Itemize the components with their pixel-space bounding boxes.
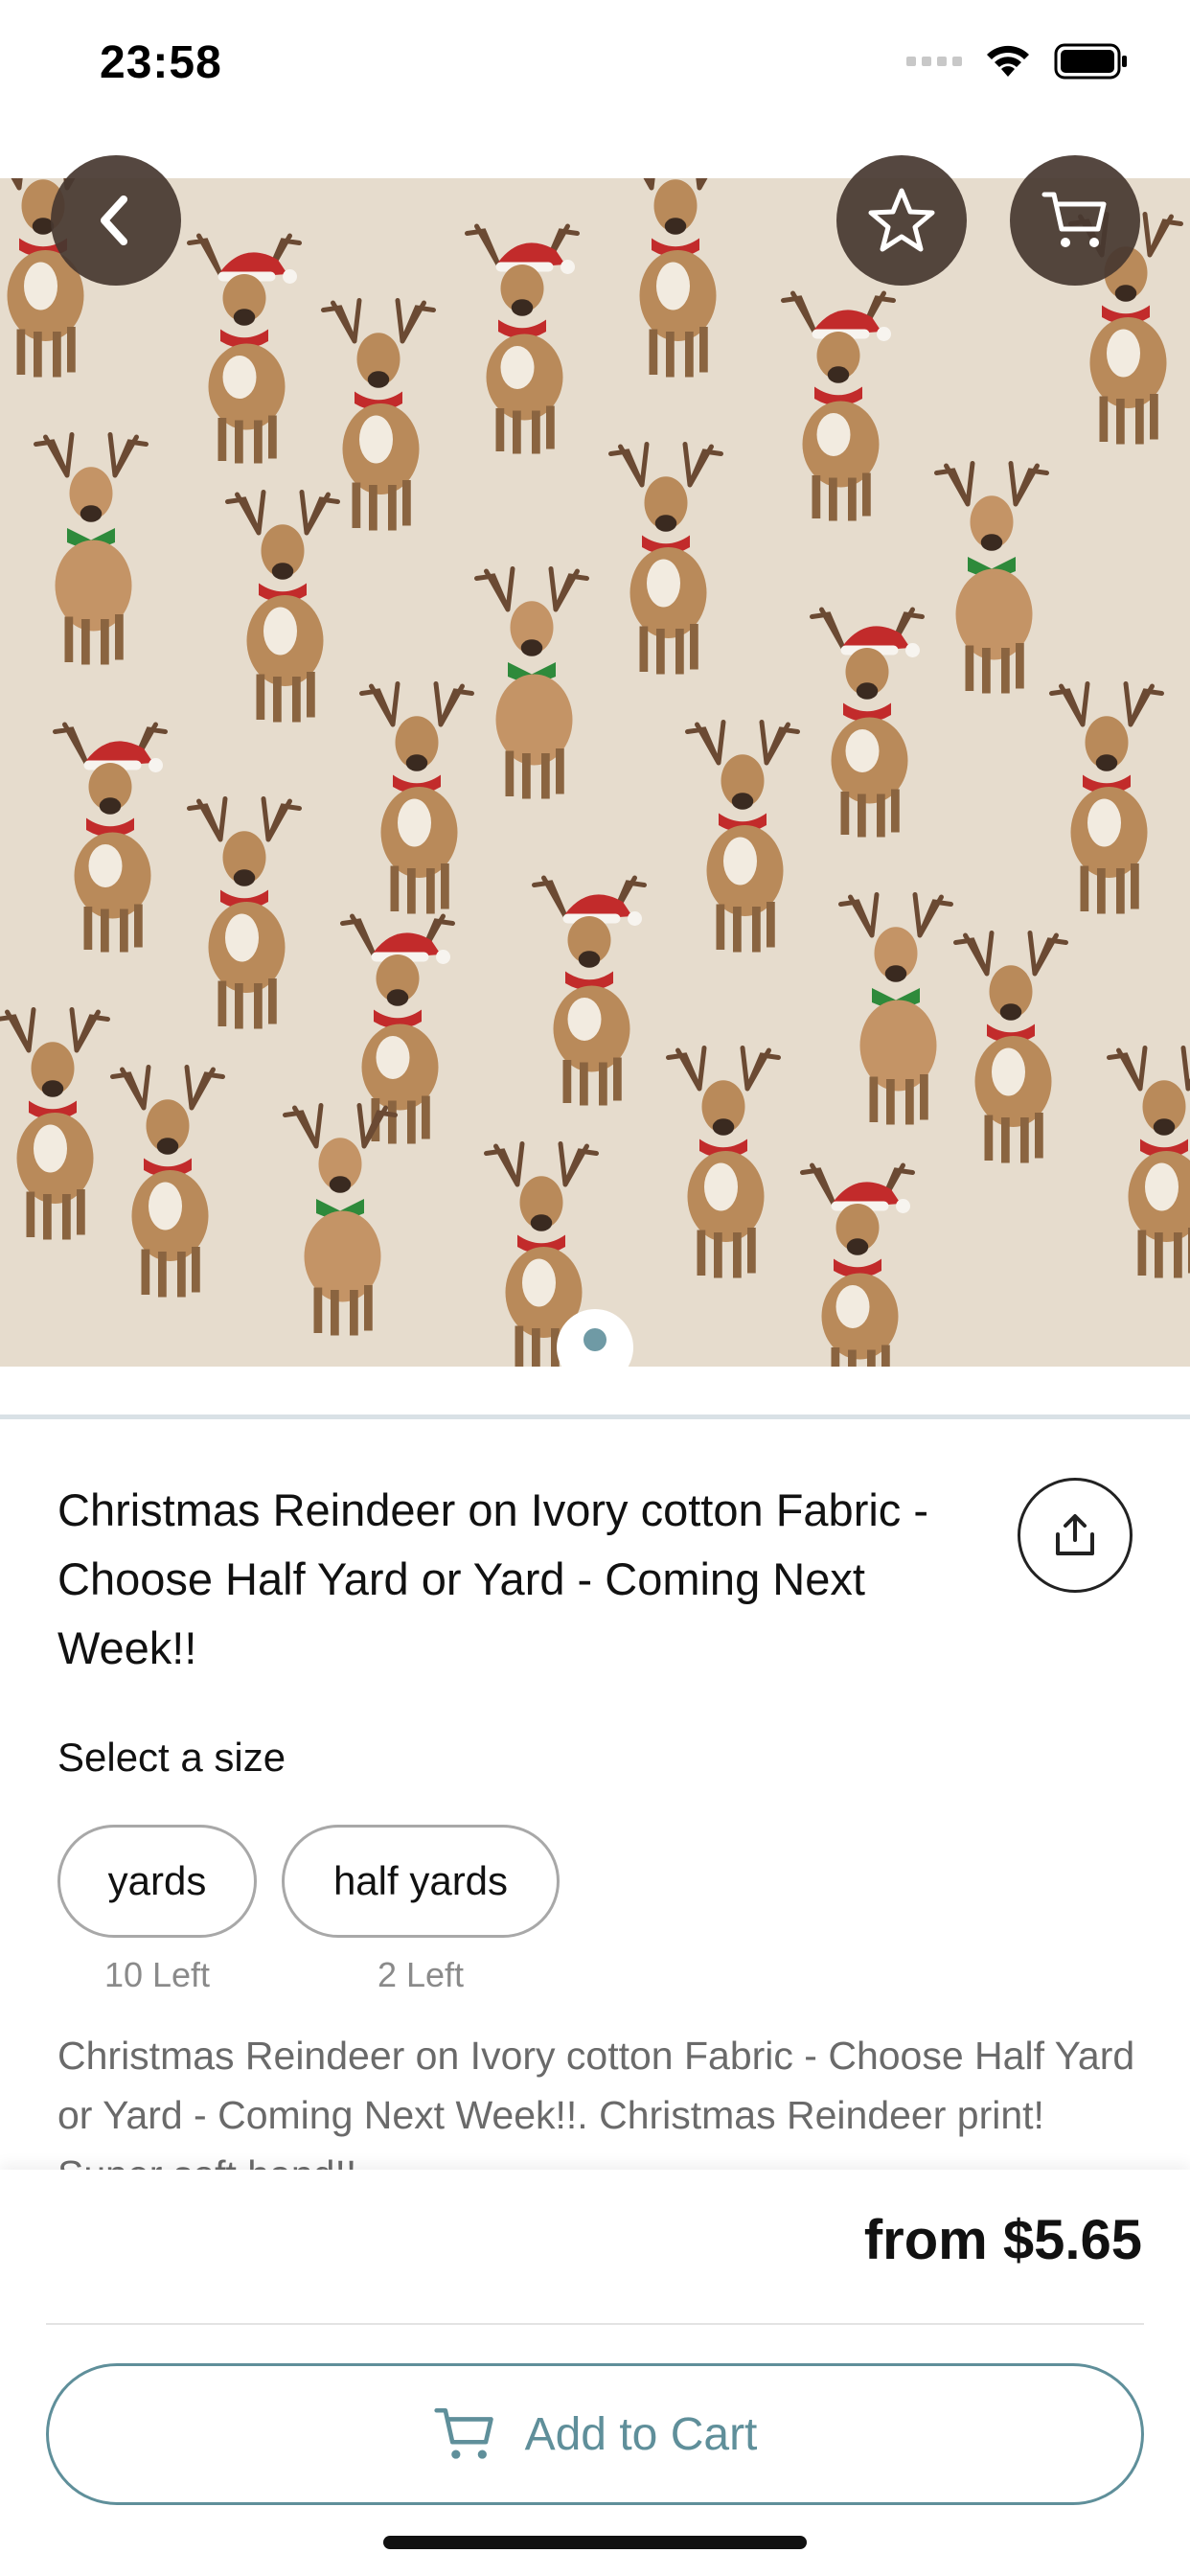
product-description: Christmas Reindeer on Ivory cotton Fabri… xyxy=(57,2034,1135,2172)
home-indicator[interactable] xyxy=(383,2536,807,2549)
reindeer-fabric-pattern xyxy=(0,178,1190,1367)
battery-icon xyxy=(1054,43,1127,80)
page-indicator-dot-active[interactable] xyxy=(584,1328,606,1351)
status-time: 23:58 xyxy=(100,37,222,88)
stock-count-yards: 10 Left xyxy=(103,1955,211,1994)
stock-count-half-yards: 2 Left xyxy=(377,1955,465,1994)
size-option-yards[interactable]: yards xyxy=(57,1825,257,1938)
cart-button[interactable] xyxy=(1010,155,1140,286)
status-icons xyxy=(906,42,1129,80)
favorite-button[interactable] xyxy=(836,155,967,286)
status-bar: 23:58 xyxy=(0,0,1190,134)
select-size-label: Select a size xyxy=(57,1735,286,1780)
purchase-panel: from $5.65 Add to Cart xyxy=(0,2170,1190,2576)
price-label: from $5.65 xyxy=(863,2209,1142,2271)
star-icon xyxy=(868,188,935,252)
price-divider xyxy=(46,2323,1144,2325)
add-to-cart-label: Add to Cart xyxy=(524,2408,758,2460)
signal-icon xyxy=(906,57,962,66)
cart-icon xyxy=(1041,192,1107,247)
add-to-cart-button[interactable]: Add to Cart xyxy=(46,2363,1144,2505)
chevron-left-icon xyxy=(101,196,127,245)
back-button[interactable] xyxy=(51,155,181,286)
product-image[interactable] xyxy=(0,178,1190,1367)
cart-icon xyxy=(433,2407,493,2459)
size-option-half-yards[interactable]: half yards xyxy=(282,1825,560,1938)
wifi-icon xyxy=(987,45,1029,77)
share-button[interactable] xyxy=(1018,1478,1133,1593)
section-divider xyxy=(0,1414,1190,1419)
product-title: Christmas Reindeer on Ivory cotton Fabri… xyxy=(57,1484,928,1673)
share-icon xyxy=(1056,1514,1094,1555)
